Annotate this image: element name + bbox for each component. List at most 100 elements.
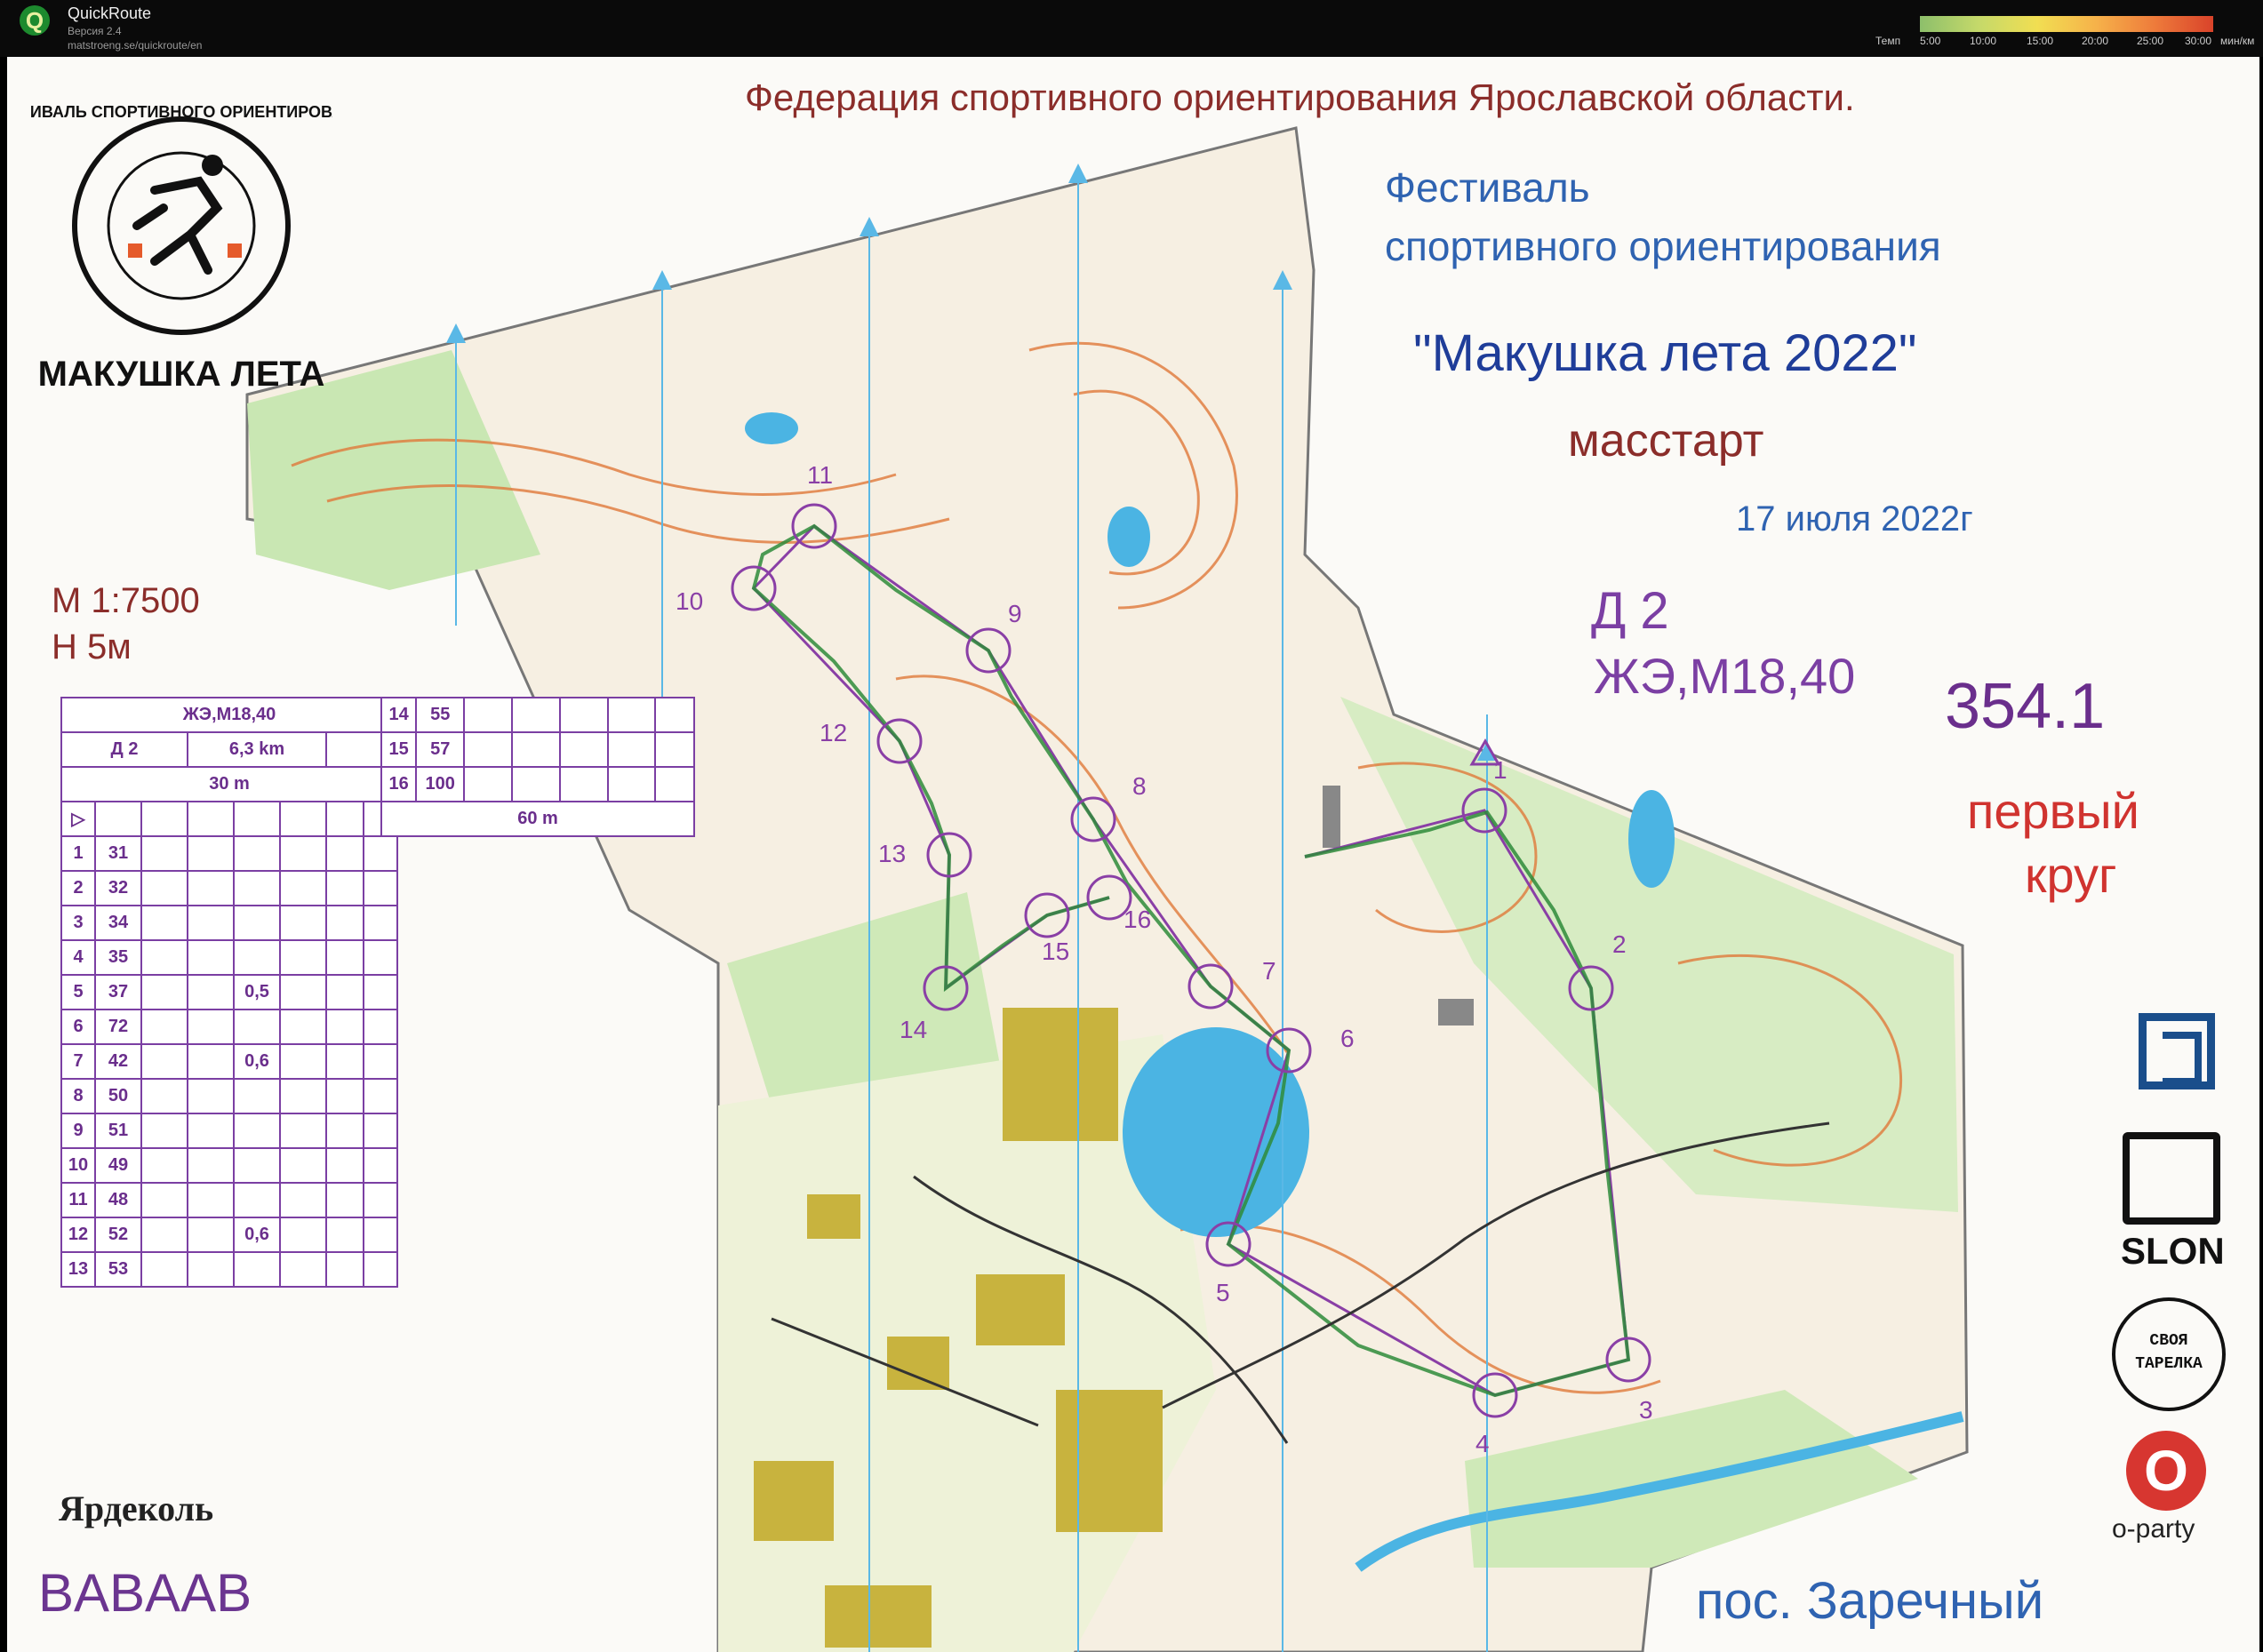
control-number: 3 [1639, 1396, 1653, 1424]
start-tape-length: 30 m [209, 774, 250, 794]
desc-dimension [558, 731, 609, 768]
yardkol-logo: Ярдеколь [59, 1488, 214, 1528]
desc-dimension [233, 835, 281, 872]
lap-label-line2: круг [2025, 847, 2117, 903]
map-canvas[interactable]: 1 2 3 4 5 6 7 8 9 10 11 12 13 14 15 16 М… [7, 57, 2259, 1652]
village-label: пос. Заречный [1696, 1572, 2044, 1630]
description-row: 15 57 [380, 731, 695, 768]
description-row: 10 49 [60, 1147, 398, 1184]
desc-appearance [187, 1043, 235, 1080]
desc-feature-symbol-icon [463, 697, 513, 733]
desc-control-number: 15 [380, 731, 418, 768]
description-row: 9 51 [60, 1113, 398, 1149]
lap-label-line1: первый [1967, 783, 2139, 839]
desc-other [363, 835, 398, 872]
desc-other [363, 939, 398, 976]
desc-dimension [233, 1251, 281, 1288]
oparty-logo-text: o-party [2112, 1514, 2195, 1544]
desc-dimension: 0,6 [233, 1217, 281, 1253]
control-number: 5 [1216, 1279, 1230, 1306]
lake [1108, 507, 1150, 567]
logo-ring-text: ФЕСТИВАЛЬ СПОРТИВНОГО ОРИЕНТИРОВАНИЯ [30, 103, 332, 121]
desc-feature-symbol-icon [463, 731, 513, 768]
pace-tick: 15:00 [2027, 35, 2054, 47]
desc-appearance [187, 1251, 235, 1288]
desc-location-icon [325, 939, 364, 976]
desc-header: ЖЭ,М18,40 [60, 697, 398, 733]
pace-scale-title: Темп [1875, 35, 1901, 47]
slon-logo-text: SLON [2121, 1230, 2225, 1272]
desc-control-code: 57 [415, 731, 466, 768]
desc-feature-symbol-icon [140, 1043, 188, 1080]
festival-line2: спортивного ориентирования [1385, 223, 1941, 269]
desc-dimension: 0,5 [233, 974, 281, 1010]
desc-control-number: 14 [380, 697, 418, 733]
control-number: 7 [1262, 957, 1276, 985]
desc-location-icon [325, 905, 364, 941]
desc-control-number: 5 [60, 974, 96, 1010]
desc-location-icon [325, 1009, 364, 1045]
desc-extra [279, 1009, 327, 1045]
description-row: 11 48 [60, 1182, 398, 1218]
desc-other [363, 1009, 398, 1045]
control-number: 13 [878, 840, 906, 867]
desc-extra [279, 905, 327, 941]
desc-extra [279, 1182, 327, 1218]
desc-dimension [233, 1078, 281, 1114]
desc-location-icon [606, 697, 657, 733]
finish-tape-length: 60 m [517, 809, 558, 828]
desc-control-code: 51 [94, 1113, 142, 1149]
desc-other [363, 1043, 398, 1080]
desc-appearance [187, 1009, 235, 1045]
desc-extra [279, 870, 327, 906]
desc-control-code: 55 [415, 697, 466, 733]
desc-other [363, 1113, 398, 1149]
runner-name: BABAAB [38, 1563, 252, 1623]
desc-dimension [558, 766, 609, 802]
description-row: 8 50 [60, 1078, 398, 1114]
description-row: 7 42 0,6 [60, 1043, 398, 1080]
desc-other [363, 1251, 398, 1288]
start-symbol-icon: ▷ [60, 801, 96, 837]
desc-appearance [187, 870, 235, 906]
description-row: 1 31 [60, 835, 398, 872]
desc-control-number: 6 [60, 1009, 96, 1045]
desc-control-code: 100 [415, 766, 466, 802]
desc-start-tape: 30 m [60, 766, 398, 802]
desc-course: Д 2 [60, 731, 188, 768]
control-number: 6 [1340, 1025, 1355, 1052]
desc-feature-symbol-icon [140, 939, 188, 976]
app-version: Версия 2.4 [68, 25, 122, 37]
desc-dimension [233, 905, 281, 941]
desc-extra [279, 1251, 327, 1288]
desc-control-number: 12 [60, 1217, 96, 1253]
desc-location-icon [325, 1043, 364, 1080]
desc-control-code: 35 [94, 939, 142, 976]
slon-logo-icon [2123, 1132, 2220, 1225]
desc-control-code: 34 [94, 905, 142, 941]
desc-appearance [187, 939, 235, 976]
desc-control-code: 48 [94, 1182, 142, 1218]
oparty-logo-icon: O [2126, 1431, 2206, 1511]
desc-extra [279, 939, 327, 976]
desc-extra [279, 974, 327, 1010]
control-description-sheet: ЖЭ,М18,40 Д 2 6,3 km 30 m ▷ 1 31 2 32 3 34 4 35… [60, 697, 398, 1288]
description-row: 6 72 [60, 1009, 398, 1045]
bib-number: 354.1 [1945, 671, 2106, 742]
desc-location-icon [325, 870, 364, 906]
desc-control-number: 16 [380, 766, 418, 802]
desc-control-code: 72 [94, 1009, 142, 1045]
start-format: масстарт [1568, 415, 1764, 467]
building [754, 1461, 834, 1541]
desc-feature-symbol-icon [140, 835, 188, 872]
desc-location-icon [325, 1251, 364, 1288]
control-number: 8 [1132, 772, 1147, 800]
map-scale: М 1:7500 [52, 581, 200, 620]
desc-length: 6,3 km [187, 731, 327, 768]
desc-dimension [233, 939, 281, 976]
pace-tick: 5:00 [1920, 35, 1941, 47]
desc-control-number: 7 [60, 1043, 96, 1080]
desc-feature-symbol-icon [140, 1009, 188, 1045]
control-number: 10 [676, 587, 703, 615]
description-row: 13 53 [60, 1251, 398, 1288]
